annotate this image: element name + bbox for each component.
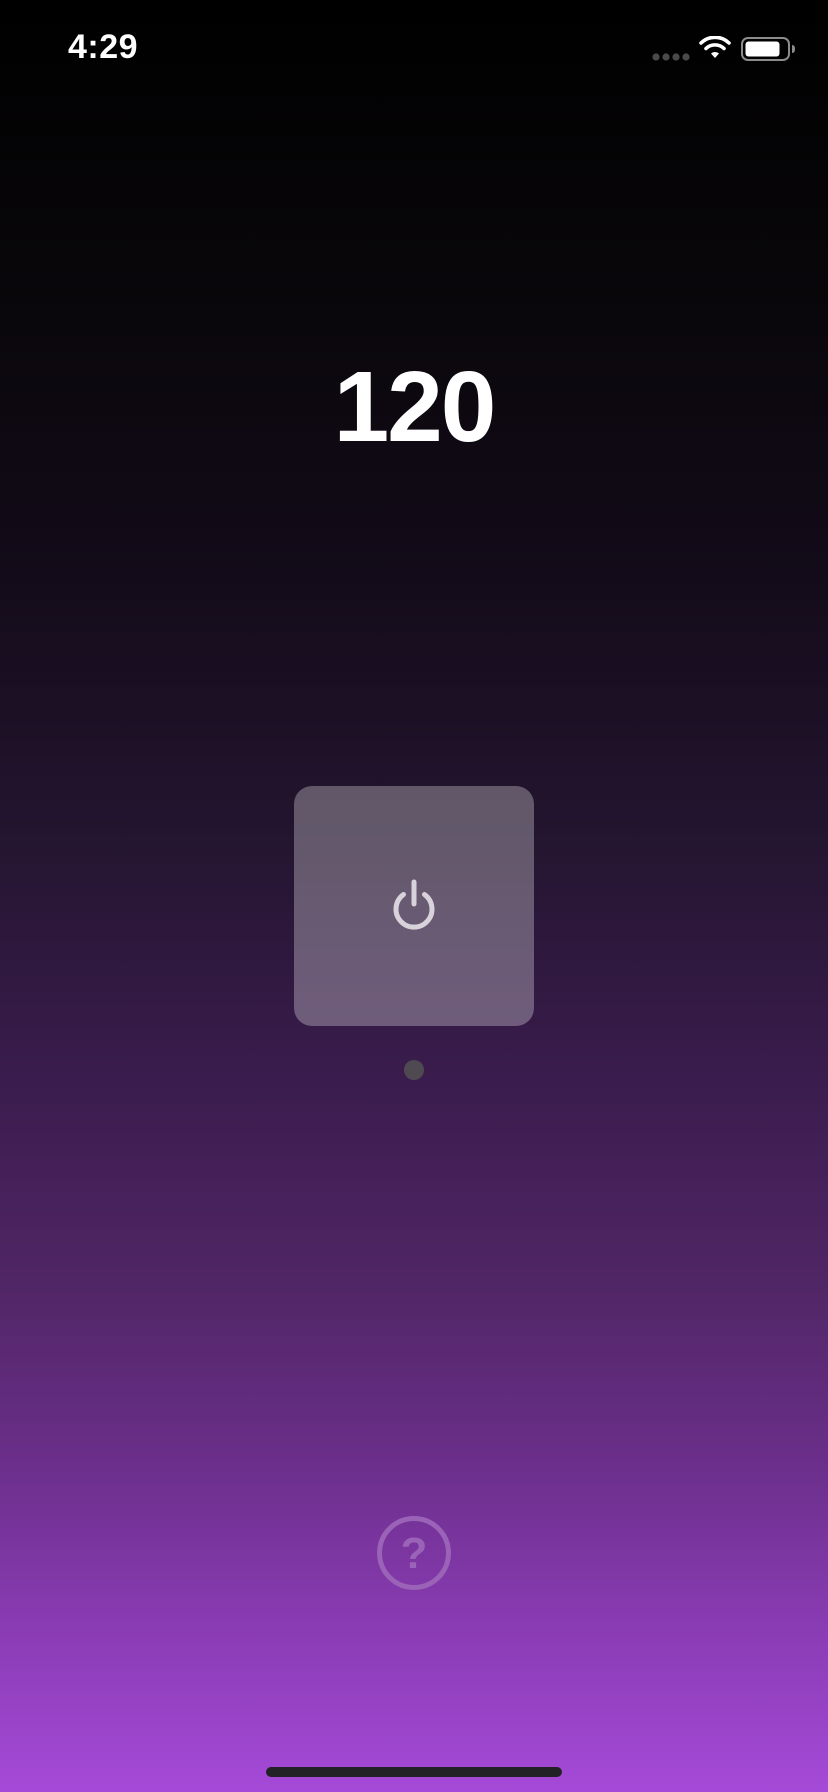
question-mark-icon: ? <box>401 1529 428 1578</box>
wifi-icon <box>699 36 731 58</box>
help-button[interactable]: ? <box>377 1516 451 1590</box>
page-indicator-dot <box>404 1060 424 1080</box>
counter-value: 120 <box>333 351 497 463</box>
power-button[interactable] <box>294 786 534 1026</box>
home-indicator[interactable] <box>266 1767 562 1777</box>
screen: { "status_bar": { "time": "4:29", "signa… <box>0 0 828 1792</box>
battery-icon <box>741 37 795 61</box>
cellular-signal-icon <box>652 53 690 61</box>
status-bar: 4:29 <box>0 0 828 100</box>
status-time: 4:29 <box>68 28 139 66</box>
power-icon <box>393 879 435 930</box>
